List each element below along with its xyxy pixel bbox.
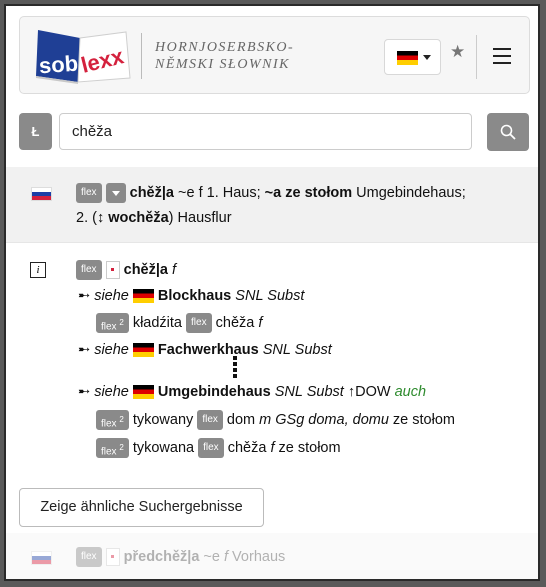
sub-entry-1: flex 2 kładźita flex chěža f xyxy=(96,313,262,333)
gender: f xyxy=(172,261,177,278)
dow-link[interactable]: ↑DOW xyxy=(344,384,395,400)
hamburger-icon[interactable] xyxy=(493,48,511,69)
similar-results-button[interactable]: Zeige ähnliche Suchergebnisse xyxy=(19,488,264,527)
auch-label: auch xyxy=(394,384,427,400)
rest: ze stołom xyxy=(274,439,341,456)
sub-word-1: tykowany xyxy=(132,411,194,428)
sorbian-flag-icon xyxy=(31,551,52,565)
sub-word-2: dom xyxy=(226,411,256,428)
siehe-label: siehe xyxy=(94,342,129,358)
title-line-1: HORNJOSERBSKO- xyxy=(155,40,295,55)
gender: f xyxy=(258,314,263,331)
sense-prefix: 2. (↕ xyxy=(76,210,109,226)
reference-word[interactable]: Fachwerkhaus xyxy=(158,342,259,358)
arrow-icon: ➸ xyxy=(78,384,91,400)
reference-fachwerkhaus: ➸ siehe Fachwerkhaus SNL Subst xyxy=(78,342,332,358)
sorbian-flag-icon xyxy=(31,187,52,201)
entry-line-2: 2. (↕ wochěža) Hausflur xyxy=(76,210,232,226)
header-divider xyxy=(141,33,142,79)
special-characters-button[interactable]: Ł xyxy=(19,113,52,150)
german-flag-icon xyxy=(397,51,418,65)
logo-text-left: sob xyxy=(38,50,79,79)
phrase: ~a ze stołom xyxy=(264,184,353,201)
sorbian-marker-icon xyxy=(105,548,120,566)
reference-tag: SNL Subst xyxy=(274,384,344,400)
headword: chěž|a xyxy=(123,261,168,278)
entry2-head: flex chěž|a f xyxy=(76,260,176,280)
flex-button[interactable]: flex xyxy=(76,260,102,280)
reference-umgebindehaus: ➸ siehe Umgebindehaus SNL Subst ↑DOW auc… xyxy=(78,384,426,400)
grammar: m GSg doma, domu xyxy=(259,411,389,428)
reference-word[interactable]: Umgebindehaus xyxy=(158,384,271,400)
headword: předchěž|a xyxy=(123,548,200,565)
rest: ze stołom xyxy=(388,411,455,428)
arrow-icon: ➸ xyxy=(78,288,91,304)
siehe-label: siehe xyxy=(94,288,129,304)
info-icon[interactable]: i xyxy=(30,262,46,278)
flex2-button[interactable]: flex 2 xyxy=(96,313,129,333)
german-flag-icon xyxy=(132,385,154,400)
reference-tag: SNL Subst xyxy=(235,288,305,304)
grammar-text: ~e xyxy=(199,548,224,565)
flex-button[interactable]: flex xyxy=(198,438,224,458)
dictionary-title: HORNJOSERBSKO- NĚMSKI SŁOWNIK xyxy=(155,39,294,73)
entry3-line: flex předchěž|a ~e f Vorhaus xyxy=(76,547,285,567)
header: sob lexx HORNJOSERBSKO- NĚMSKI SŁOWNIK ★ xyxy=(19,16,530,94)
sub-word-2: chěža xyxy=(215,314,255,331)
title-line-2: NĚMSKI SŁOWNIK xyxy=(155,57,290,72)
sense-suffix: ) Hausflur xyxy=(168,210,232,226)
star-icon[interactable]: ★ xyxy=(450,42,465,62)
search-button[interactable] xyxy=(487,113,529,151)
sub-word-1: kładźita xyxy=(132,314,182,331)
chevron-down-icon xyxy=(423,55,431,60)
flex2-button[interactable]: flex 2 xyxy=(96,410,129,430)
headword: chěž|a xyxy=(129,184,174,201)
expand-dropdown-button[interactable] xyxy=(105,183,126,203)
cross-ref-word[interactable]: wochěža xyxy=(108,210,168,226)
language-selector[interactable] xyxy=(384,39,441,75)
result-row-primary: flex chěž|a ~e f 1. Haus; ~a ze stołom U… xyxy=(6,167,538,243)
translation: Vorhaus xyxy=(228,548,286,565)
phrase-translation: Umgebindehaus; xyxy=(352,184,466,201)
sub-word-2: chěža xyxy=(227,439,267,456)
sub-entry-3: flex 2 tykowana flex chěža f ze stołom xyxy=(96,438,341,458)
flex-button[interactable]: flex xyxy=(76,547,102,567)
german-flag-icon xyxy=(132,289,154,304)
sub-entry-2: flex 2 tykowany flex dom m GSg doma, dom… xyxy=(96,410,455,430)
flex-button[interactable]: flex xyxy=(76,183,102,203)
app-frame: sob lexx HORNJOSERBSKO- NĚMSKI SŁOWNIK ★… xyxy=(4,4,540,581)
german-flag-icon xyxy=(132,343,154,358)
arrow-icon: ➸ xyxy=(78,342,91,358)
reference-tag: SNL Subst xyxy=(262,342,332,358)
entry-line-1: flex chěž|a ~e f 1. Haus; ~a ze stołom U… xyxy=(76,183,466,203)
sorbian-marker-icon xyxy=(105,261,120,279)
sub-word-1: tykowana xyxy=(132,439,195,456)
flex-button[interactable]: flex xyxy=(197,410,223,430)
reference-word[interactable]: Blockhaus xyxy=(158,288,231,304)
vertical-ellipsis-icon xyxy=(233,356,237,380)
reference-blockhaus: ➸ siehe Blockhaus SNL Subst xyxy=(78,288,304,304)
siehe-label: siehe xyxy=(94,384,129,400)
grammar-text: ~e f 1. Haus; xyxy=(173,184,265,201)
header-separator xyxy=(476,35,477,79)
flex2-button[interactable]: flex 2 xyxy=(96,438,129,458)
flex-button[interactable]: flex xyxy=(186,313,212,333)
result-row-faded: flex předchěž|a ~e f Vorhaus xyxy=(6,533,538,579)
search-input[interactable] xyxy=(59,113,472,150)
soblexx-logo[interactable]: sob lexx xyxy=(34,28,136,84)
search-icon xyxy=(500,124,516,140)
